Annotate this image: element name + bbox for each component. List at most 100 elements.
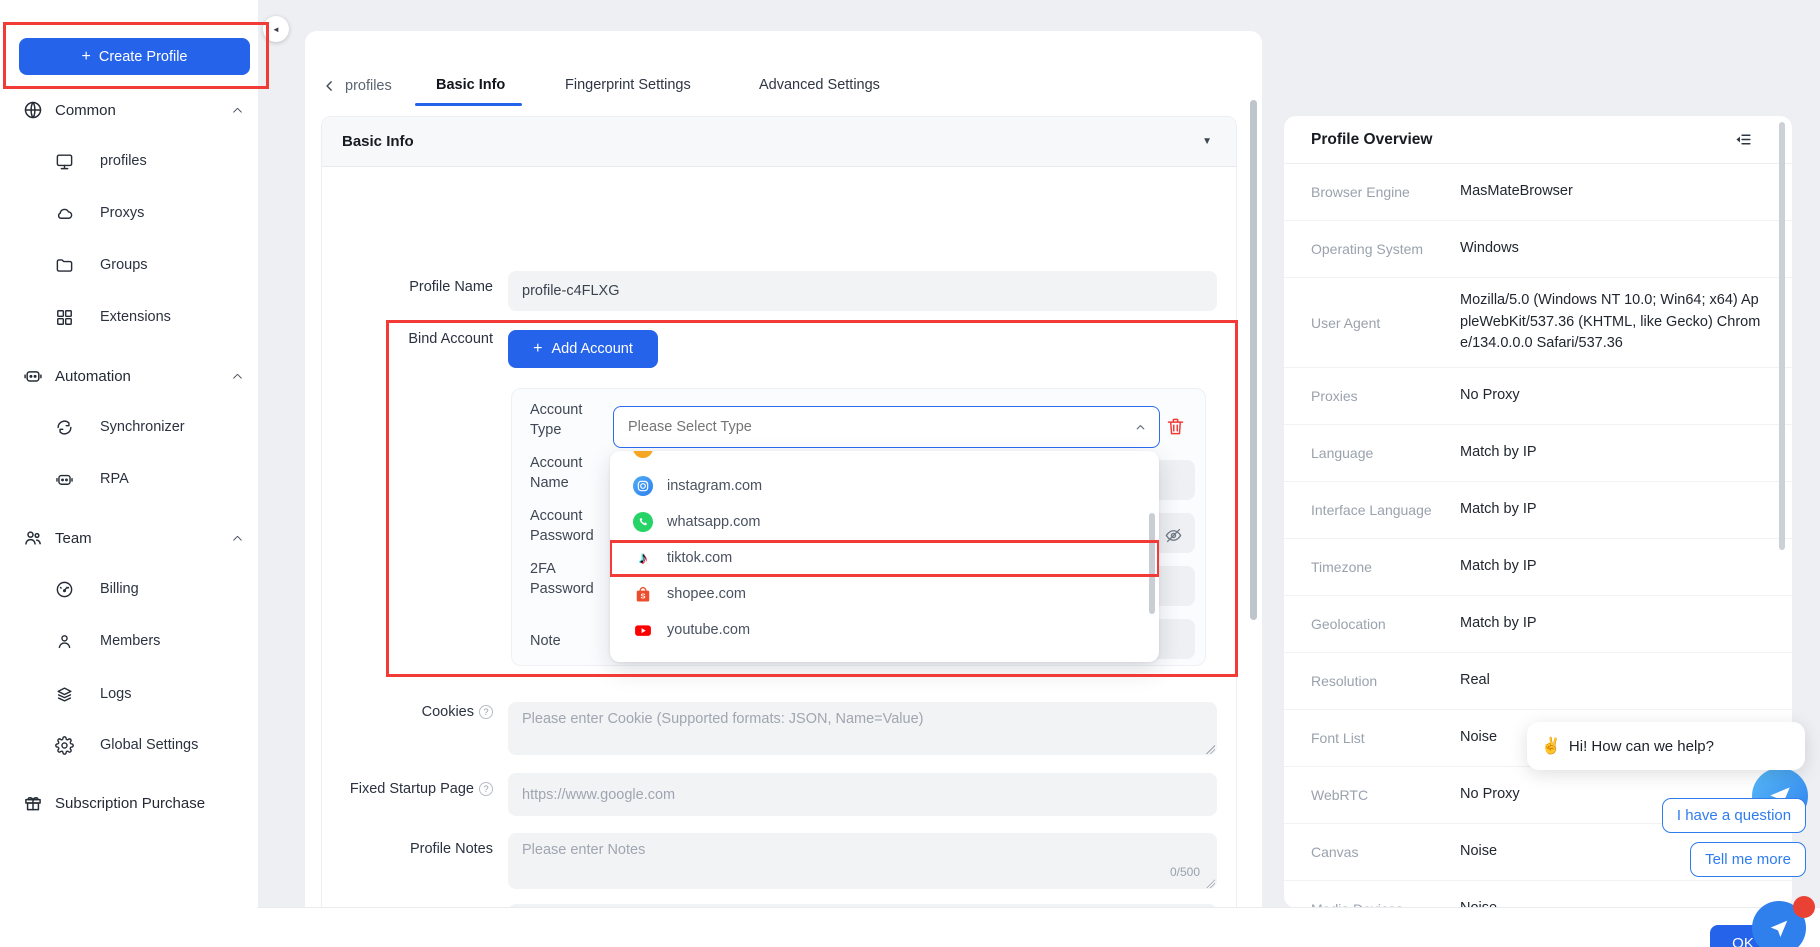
item-label: Subscription Purchase [55, 795, 205, 812]
row-value: Match by IP [1460, 499, 1762, 521]
sidebar-item-global-settings[interactable]: Global Settings [0, 730, 258, 760]
eye-slash-icon[interactable] [1164, 526, 1183, 545]
sidebar-item-rpa[interactable]: RPA [0, 464, 258, 494]
row-value: Match by IP [1460, 556, 1762, 578]
sidebar-section-common[interactable]: Common [0, 95, 258, 125]
app-window: + Create Profile Common profiles Proxys … [0, 0, 1820, 947]
row-label: Operating System [1311, 241, 1460, 257]
resize-handle[interactable] [1206, 879, 1215, 888]
profile-notes-textarea[interactable] [508, 833, 1217, 889]
overview-scrollbar[interactable] [1779, 122, 1785, 550]
dropdown-option-youtube[interactable]: youtube.com [610, 612, 1159, 648]
cookies-textarea[interactable] [508, 702, 1217, 755]
row-label: Language [1311, 445, 1460, 461]
account-password-label: Account Password [530, 507, 602, 546]
dropdown-option-whatsapp[interactable]: whatsapp.com [610, 504, 1159, 540]
row-label: Canvas [1311, 844, 1460, 860]
sidebar-item-billing[interactable]: Billing [0, 574, 258, 604]
sidebar-item-profiles[interactable]: profiles [0, 146, 258, 176]
back-label: profiles [345, 78, 392, 94]
monitor-icon [55, 152, 74, 171]
note-label: Note [530, 632, 602, 652]
item-label: Groups [100, 257, 148, 273]
section-label: Automation [55, 368, 131, 385]
chevron-up-icon [1134, 421, 1147, 434]
waving-hand-icon: ✌ [1541, 736, 1561, 756]
robot-icon [23, 366, 43, 386]
create-profile-button[interactable]: + Create Profile [19, 38, 250, 75]
gauge-icon [55, 580, 74, 599]
item-label: profiles [100, 153, 147, 169]
people-icon [23, 528, 43, 548]
back-to-profiles-link[interactable]: profiles [323, 78, 392, 94]
help-icon: ? [479, 782, 493, 796]
active-tab-underline [415, 103, 522, 106]
account-type-input[interactable] [614, 419, 1114, 435]
resize-handle[interactable] [1206, 745, 1215, 754]
caret-down-icon[interactable]: ▼ [1202, 136, 1212, 147]
sidebar-item-groups[interactable]: Groups [0, 250, 258, 280]
instagram-icon [633, 476, 653, 496]
svg-text:S: S [640, 592, 645, 601]
chat-greeting-bubble: ✌ Hi! How can we help? [1527, 722, 1805, 770]
option-label: shopee.com [667, 586, 746, 602]
row-value: Noise [1460, 898, 1762, 908]
sidebar-section-team[interactable]: Team [0, 523, 258, 553]
tiktok-icon: ♪ [633, 548, 653, 568]
row-value: No Proxy [1460, 385, 1762, 407]
dropdown-option-instagram[interactable]: instagram.com [610, 468, 1159, 504]
item-label: Synchronizer [100, 419, 185, 435]
chevron-up-icon [231, 370, 244, 383]
startup-page-input[interactable] [508, 773, 1217, 816]
add-account-label: Add Account [551, 341, 632, 357]
add-account-button[interactable]: + Add Account [508, 330, 658, 368]
person-icon [55, 632, 74, 651]
tab-basic-info[interactable]: Basic Info [436, 77, 505, 93]
row-label: Timezone [1311, 559, 1460, 575]
help-icon: ? [479, 705, 493, 719]
cloud-icon [55, 204, 74, 223]
sidebar-item-synchronizer[interactable]: Synchronizer [0, 412, 258, 442]
sidebar-collapse-button[interactable]: ◄ [263, 16, 289, 42]
row-label: Browser Engine [1311, 184, 1460, 200]
chevron-up-icon [231, 532, 244, 545]
sidebar-section-automation[interactable]: Automation [0, 361, 258, 391]
account-type-label: Account Type [530, 401, 602, 440]
row-label: Proxies [1311, 388, 1460, 404]
row-value: Match by IP [1460, 442, 1762, 464]
row-value: Real [1460, 670, 1762, 692]
collapse-left-icon: ◄ [272, 25, 280, 34]
dropdown-option-tiktok[interactable]: ♪ tiktok.com [610, 540, 1159, 576]
chevron-up-icon [231, 104, 244, 117]
profile-name-input[interactable] [508, 271, 1217, 311]
tfa-password-label: 2FA Password [530, 560, 602, 599]
option-label: instagram.com [667, 478, 762, 494]
item-label: Extensions [100, 309, 171, 325]
main-scrollbar[interactable] [1250, 100, 1257, 620]
chat-quick-reply-tell-more[interactable]: Tell me more [1690, 842, 1806, 877]
collapse-panel-icon[interactable] [1735, 131, 1752, 148]
delete-account-icon[interactable] [1165, 416, 1186, 437]
dropdown-option-shopee[interactable]: S shopee.com [610, 576, 1159, 612]
sidebar-item-logs[interactable]: Logs [0, 679, 258, 709]
overview-row: User AgentMozilla/5.0 (Windows NT 10.0; … [1284, 278, 1792, 368]
sidebar-item-members[interactable]: Members [0, 626, 258, 656]
sidebar-item-proxys[interactable]: Proxys [0, 198, 258, 228]
sidebar-item-subscription-purchase[interactable]: Subscription Purchase [0, 788, 258, 818]
chat-quick-reply-question[interactable]: I have a question [1662, 798, 1806, 833]
youtube-icon [633, 620, 653, 640]
tab-fingerprint-settings[interactable]: Fingerprint Settings [565, 77, 691, 93]
item-label: Proxys [100, 205, 144, 221]
sidebar-item-extensions[interactable]: Extensions [0, 302, 258, 332]
tab-advanced-settings[interactable]: Advanced Settings [759, 77, 880, 93]
overview-row: GeolocationMatch by IP [1284, 596, 1792, 653]
dropdown-scrollbar[interactable] [1149, 513, 1155, 614]
plus-icon: + [82, 48, 91, 66]
account-type-select[interactable] [613, 406, 1160, 448]
overview-row: Operating SystemWindows [1284, 221, 1792, 278]
item-label: Members [100, 633, 160, 649]
section-label: Common [55, 102, 116, 119]
section-label: Team [55, 530, 92, 547]
basic-info-header[interactable]: Basic Info ▼ [322, 117, 1236, 167]
row-label: WebRTC [1311, 787, 1460, 803]
